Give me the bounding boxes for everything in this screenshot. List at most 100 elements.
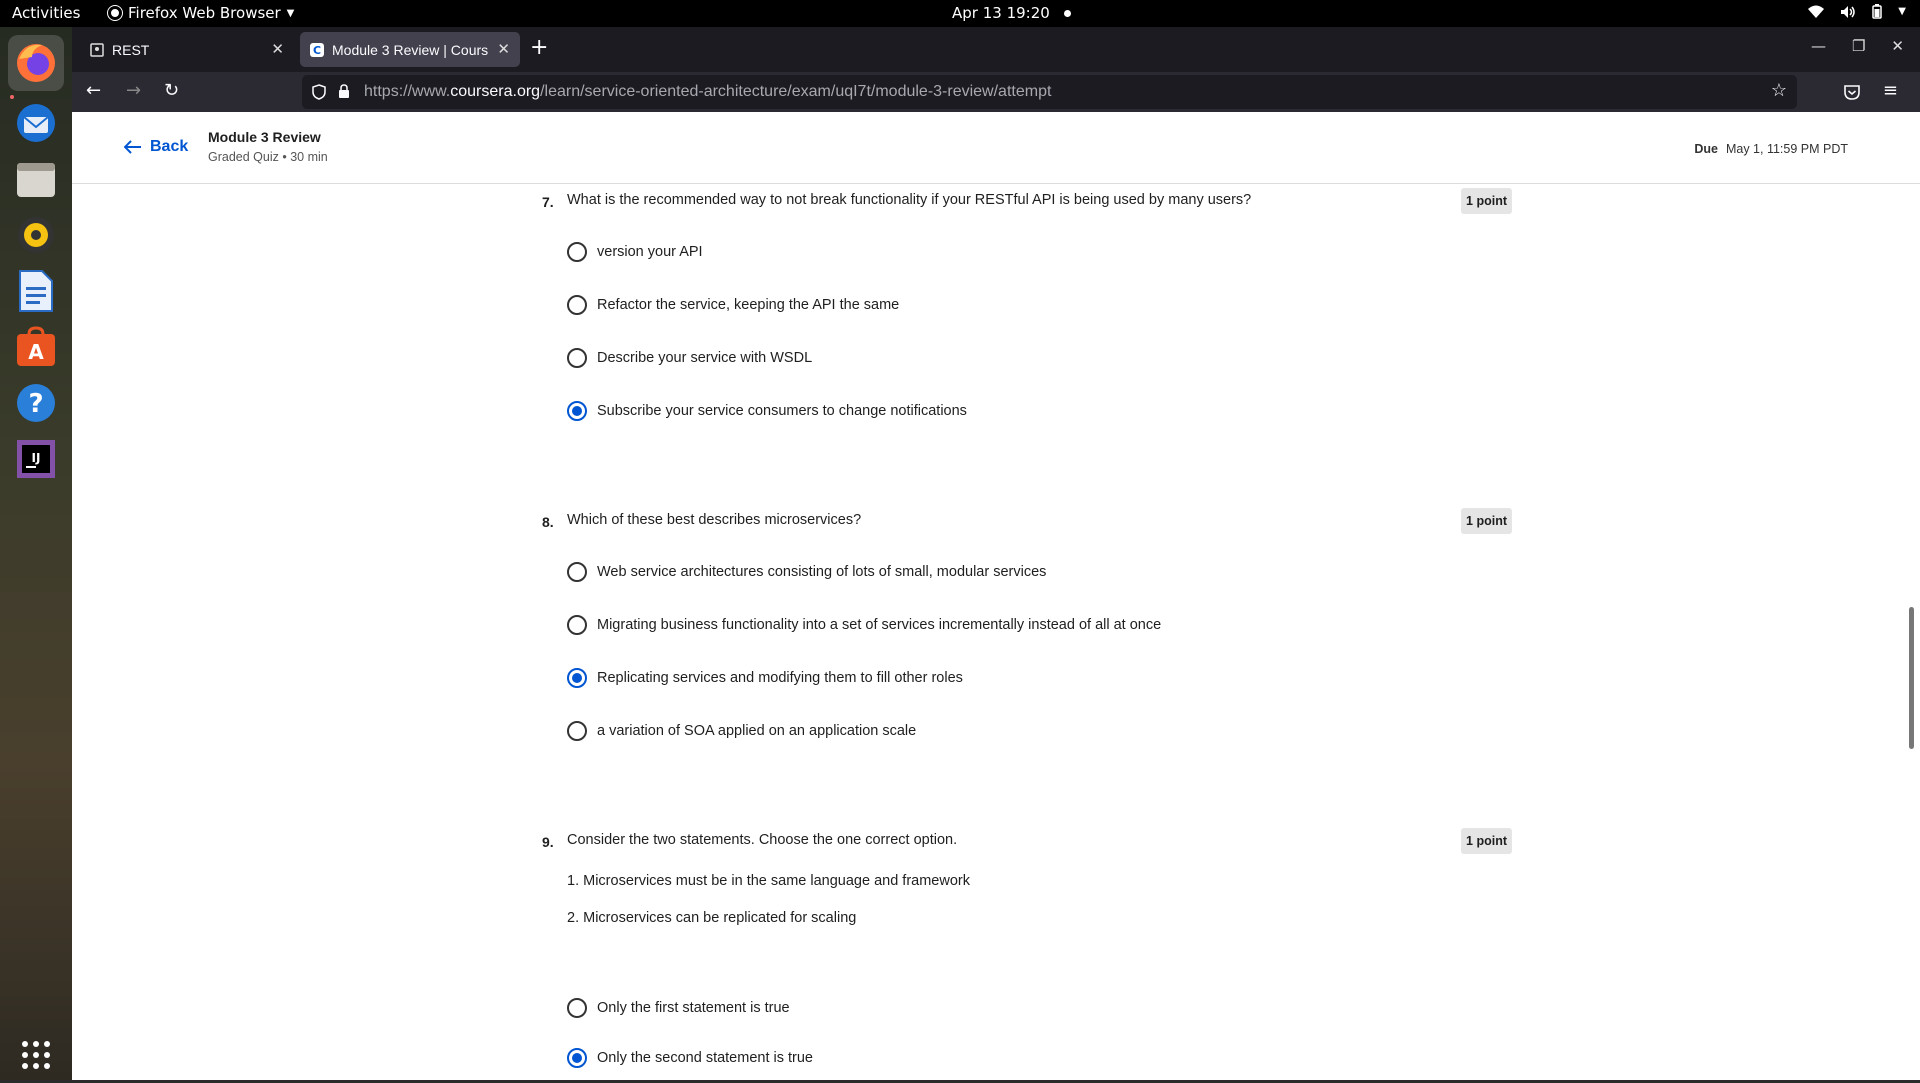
dock-files[interactable]: [8, 151, 64, 207]
svg-text:A: A: [28, 340, 44, 364]
question-text: What is the recommended way to not break…: [567, 192, 1252, 208]
answer-option[interactable]: Replicating services and modifying them …: [567, 668, 963, 688]
radio-button[interactable]: [567, 562, 587, 582]
radio-button-selected[interactable]: [567, 401, 587, 421]
battery-icon: [1872, 4, 1883, 19]
option-label: Refactor the service, keeping the API th…: [597, 297, 900, 313]
reload-icon[interactable]: ↻: [164, 80, 179, 101]
points-badge: 1 point: [1461, 508, 1512, 534]
intellij-icon: IJ: [17, 440, 55, 478]
back-label: Back: [150, 138, 189, 155]
system-tray[interactable]: ▼: [1808, 4, 1906, 19]
answer-option[interactable]: Migrating business functionality into a …: [567, 615, 1161, 635]
coursera-favicon-icon: C: [310, 42, 324, 57]
tab-rest[interactable]: REST ✕: [80, 32, 294, 67]
browser-tab-bar: REST ✕ C Module 3 Review | Cours ✕ + — ❐…: [72, 27, 1920, 72]
page-content: Back Module 3 Review Graded Quiz • 30 mi…: [72, 112, 1920, 1080]
answer-option[interactable]: Subscribe your service consumers to chan…: [567, 401, 967, 421]
dock-thunderbird[interactable]: [8, 95, 64, 151]
clock-text: Apr 13 19:20: [952, 4, 1050, 22]
back-button[interactable]: Back: [124, 138, 188, 156]
url-path: /learn/service-oriented-architecture/exa…: [540, 83, 1052, 100]
firefox-icon: [17, 44, 55, 82]
bookmark-star-icon[interactable]: ☆: [1771, 80, 1787, 101]
recording-dot-icon: [1063, 10, 1071, 17]
option-label: Migrating business functionality into a …: [597, 617, 1162, 633]
app-center-icon: A: [17, 326, 55, 366]
answer-option[interactable]: Describe your service with WSDL: [567, 348, 812, 368]
answer-option[interactable]: Only the second statement is true: [567, 1048, 813, 1068]
radio-button-selected[interactable]: [567, 668, 587, 688]
answer-option[interactable]: Web service architectures consisting of …: [567, 562, 1046, 582]
close-tab-icon[interactable]: ✕: [271, 40, 284, 58]
option-label: Only the first statement is true: [597, 1000, 790, 1016]
answer-option[interactable]: Only the first statement is true: [567, 998, 790, 1018]
thunderbird-icon: [17, 104, 55, 142]
question-text: Consider the two statements. Choose the …: [567, 832, 958, 848]
option-label: a variation of SOA applied on an applica…: [597, 723, 917, 739]
arrow-left-icon: [124, 140, 141, 154]
radio-button[interactable]: [567, 998, 587, 1018]
dock-writer[interactable]: [8, 263, 64, 319]
app-menu-label: Firefox Web Browser: [128, 4, 281, 22]
url-bar[interactable]: https://www.coursera.org/learn/service-o…: [302, 75, 1797, 109]
option-label: Only the second statement is true: [597, 1050, 813, 1066]
shield-icon: [312, 84, 326, 100]
due-label: Due: [1694, 142, 1718, 156]
url-text: https://www.coursera.org/learn/service-o…: [364, 83, 1051, 101]
answer-option[interactable]: Refactor the service, keeping the API th…: [567, 295, 899, 315]
close-tab-icon[interactable]: ✕: [497, 40, 510, 58]
url-domain: coursera.org: [450, 83, 541, 100]
answer-option[interactable]: a variation of SOA applied on an applica…: [567, 721, 916, 741]
pocket-icon[interactable]: [1844, 85, 1860, 100]
files-icon: [17, 163, 55, 197]
restore-icon[interactable]: ❐: [1852, 37, 1865, 55]
question-number: 8.: [542, 514, 554, 530]
close-window-icon[interactable]: ✕: [1891, 37, 1904, 55]
browser-nav-bar: ← → ↻ https://www.coursera.org/learn/ser…: [72, 72, 1920, 112]
document-favicon-icon: [90, 42, 104, 57]
tab-label: REST: [112, 41, 150, 58]
radio-button[interactable]: [567, 615, 587, 635]
radio-button[interactable]: [567, 295, 587, 315]
dock: A ? IJ: [0, 27, 72, 1080]
radio-button[interactable]: [567, 721, 587, 741]
tab-coursera[interactable]: C Module 3 Review | Cours ✕: [300, 32, 520, 67]
due-value: May 1, 11:59 PM PDT: [1725, 142, 1848, 156]
app-menu[interactable]: Firefox Web Browser ▼: [108, 4, 294, 22]
option-label: version your API: [597, 244, 703, 260]
dock-rhythmbox[interactable]: [8, 207, 64, 263]
tab-label: Module 3 Review | Cours: [332, 41, 489, 58]
dock-firefox[interactable]: [8, 35, 64, 99]
app-grid-icon: [22, 1041, 50, 1069]
clock[interactable]: Apr 13 19:20: [952, 4, 1071, 22]
volume-icon: [1841, 5, 1856, 18]
window-controls: — ❐ ✕: [1811, 37, 1904, 55]
dock-app-center[interactable]: A: [8, 319, 64, 375]
help-icon: ?: [17, 384, 55, 422]
chevron-down-icon: ▼: [1898, 6, 1906, 17]
dock-intellij[interactable]: IJ: [8, 431, 64, 487]
radio-button[interactable]: [567, 348, 587, 368]
dock-help[interactable]: ?: [8, 375, 64, 431]
option-label: Describe your service with WSDL: [597, 350, 813, 366]
wifi-icon: [1808, 5, 1825, 18]
answer-option[interactable]: version your API: [567, 242, 703, 262]
activities-button[interactable]: Activities: [12, 4, 80, 22]
quiz-subtitle: Graded Quiz • 30 min: [208, 150, 328, 164]
points-badge: 1 point: [1461, 188, 1512, 214]
question-number: 7.: [542, 194, 554, 210]
due-date: Due May 1, 11:59 PM PDT: [1694, 142, 1848, 156]
url-prefix: https://www.: [364, 83, 451, 100]
forward-arrow-icon[interactable]: →: [126, 80, 141, 101]
back-arrow-icon[interactable]: ←: [86, 80, 101, 101]
menu-icon[interactable]: ≡: [1883, 80, 1898, 101]
page-scrollbar[interactable]: [1909, 607, 1914, 749]
new-tab-button[interactable]: +: [530, 35, 548, 60]
radio-button[interactable]: [567, 242, 587, 262]
radio-button-selected[interactable]: [567, 1048, 587, 1068]
statement-2: 2. Microservices can be replicated for s…: [567, 910, 857, 926]
minimize-icon[interactable]: —: [1811, 37, 1826, 55]
dock-show-apps[interactable]: [8, 1027, 64, 1083]
rhythmbox-icon: [18, 217, 54, 253]
